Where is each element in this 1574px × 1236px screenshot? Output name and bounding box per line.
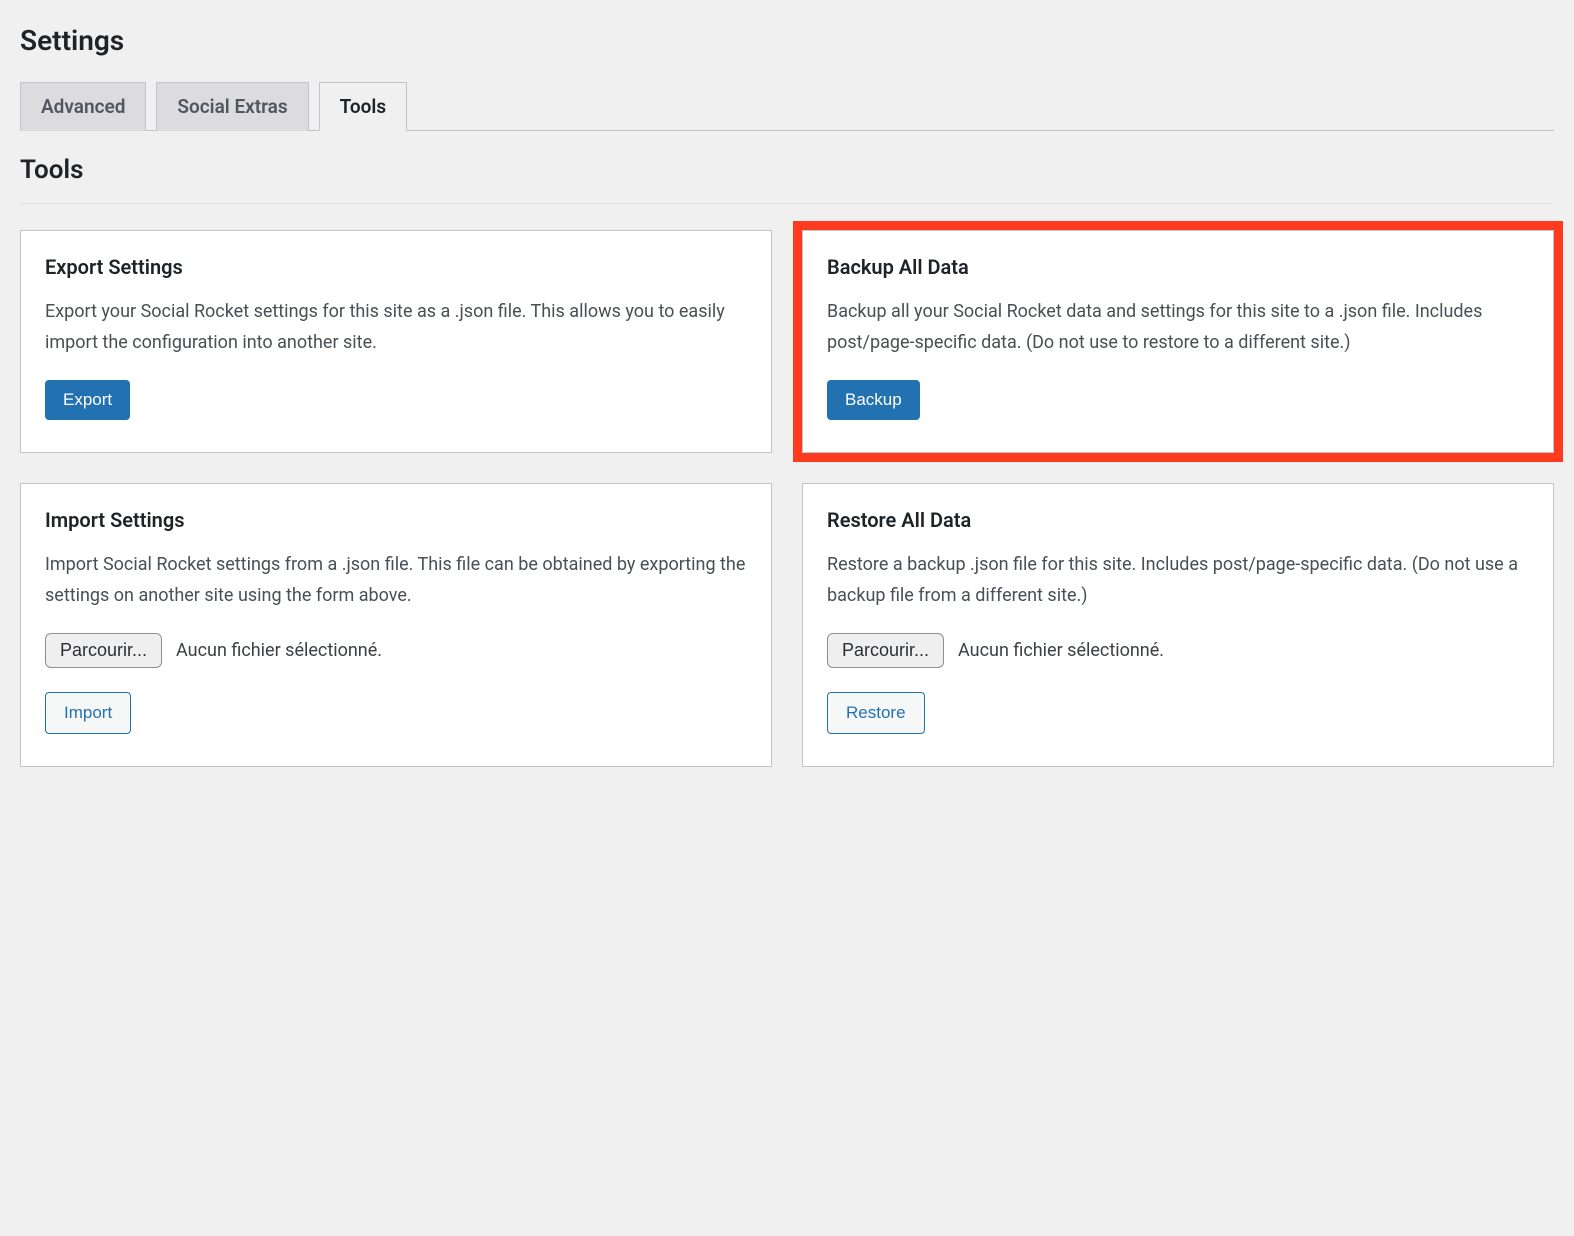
file-status-restore: Aucun fichier sélectionné. xyxy=(958,640,1164,661)
restore-button[interactable]: Restore xyxy=(827,692,925,734)
section-title: Tools xyxy=(20,155,1554,185)
backup-button[interactable]: Backup xyxy=(827,380,920,420)
card-text-restore: Restore a backup .json file for this sit… xyxy=(827,550,1529,611)
card-text-import: Import Social Rocket settings from a .js… xyxy=(45,550,747,611)
file-status-import: Aucun fichier sélectionné. xyxy=(176,640,382,661)
card-title-restore: Restore All Data xyxy=(827,508,1529,532)
card-text-export: Export your Social Rocket settings for t… xyxy=(45,297,747,358)
browse-button-restore[interactable]: Parcourir... xyxy=(827,633,944,668)
card-restore-all-data: Restore All Data Restore a backup .json … xyxy=(802,483,1554,767)
card-backup-all-data: Backup All Data Backup all your Social R… xyxy=(802,230,1554,453)
cards-grid: Export Settings Export your Social Rocke… xyxy=(20,230,1554,767)
divider xyxy=(20,203,1554,204)
card-title-import: Import Settings xyxy=(45,508,747,532)
tabs: Advanced Social Extras Tools xyxy=(20,81,1554,131)
card-export-settings: Export Settings Export your Social Rocke… xyxy=(20,230,772,453)
card-title-export: Export Settings xyxy=(45,255,747,279)
card-text-backup: Backup all your Social Rocket data and s… xyxy=(827,297,1529,358)
import-button[interactable]: Import xyxy=(45,692,131,734)
card-title-backup: Backup All Data xyxy=(827,255,1529,279)
tab-tools[interactable]: Tools xyxy=(319,82,407,131)
file-row-restore: Parcourir... Aucun fichier sélectionné. xyxy=(827,633,1529,668)
tab-advanced[interactable]: Advanced xyxy=(20,82,146,131)
file-row-import: Parcourir... Aucun fichier sélectionné. xyxy=(45,633,747,668)
export-button[interactable]: Export xyxy=(45,380,130,420)
tab-social-extras[interactable]: Social Extras xyxy=(156,82,308,131)
card-import-settings: Import Settings Import Social Rocket set… xyxy=(20,483,772,767)
page-title: Settings xyxy=(20,24,1554,57)
browse-button-import[interactable]: Parcourir... xyxy=(45,633,162,668)
